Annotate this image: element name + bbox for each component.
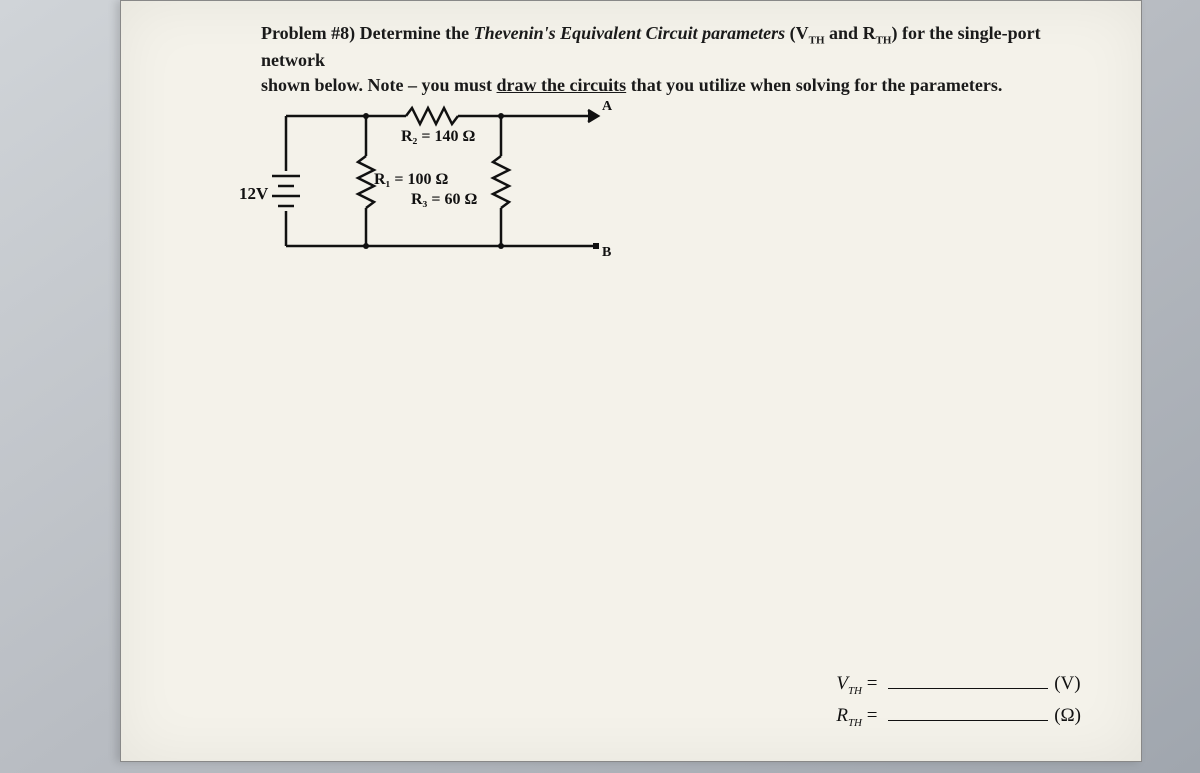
rth-var: RTH [836, 705, 862, 726]
vth-blank [888, 674, 1048, 689]
answer-lines: VTH = (V) RTH = (Ω) [836, 665, 1081, 737]
circuit-diagram: A B R₂ = 140 Ω R₁ = 100 Ω R₃ = 60 Ω [276, 96, 626, 256]
problem-italic: Thevenin's Equivalent Circuit parameters [474, 23, 786, 43]
r3-label: R₃ = 60 Ω [411, 191, 477, 209]
page: Problem #8) Determine the Thevenin's Equ… [120, 0, 1142, 762]
rth-row: RTH = (Ω) [836, 705, 1081, 729]
r2-label: R₂ = 140 Ω [401, 128, 475, 146]
problem-prefix: Problem #8) [261, 23, 355, 43]
vth-var: VTH [836, 673, 862, 694]
problem-line2c: that you utilize when solving for the pa… [626, 75, 1002, 95]
problem-line1a: Determine the [360, 23, 474, 43]
terminal-b-label: B [602, 245, 611, 260]
problem-line2a: shown below. Note – you must [261, 75, 497, 95]
terminal-a-label: A [602, 99, 613, 114]
rth-unit: (Ω) [1054, 705, 1081, 726]
rth-blank [888, 706, 1048, 721]
source-label: 12V [239, 184, 268, 204]
problem-underline: draw the circuits [497, 75, 627, 95]
r1-label: R₁ = 100 Ω [374, 171, 448, 189]
problem-line1c: (V [785, 23, 809, 43]
problem-line1d: and R [825, 23, 876, 43]
problem-statement: Problem #8) Determine the Thevenin's Equ… [261, 21, 1061, 97]
vth-row: VTH = (V) [836, 673, 1081, 697]
vth-unit: (V) [1054, 673, 1080, 694]
sub-th2: TH [876, 35, 892, 47]
sub-th1: TH [809, 35, 825, 47]
